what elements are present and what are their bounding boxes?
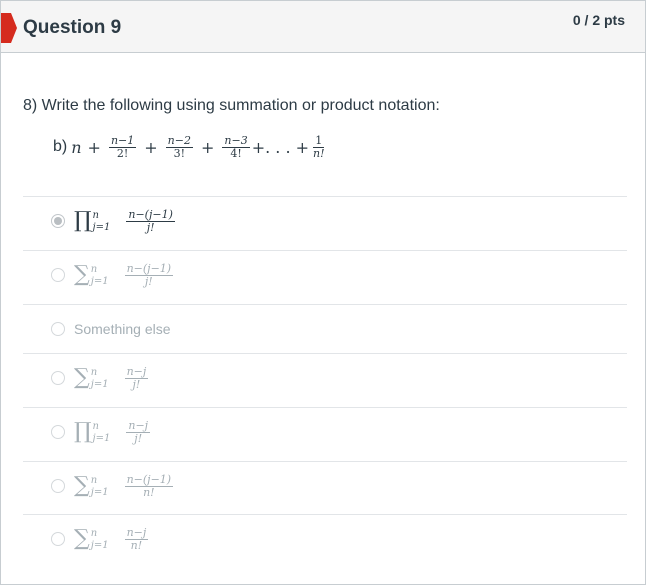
radio-icon[interactable] bbox=[51, 322, 65, 336]
question-points: 0 / 2 pts bbox=[572, 12, 625, 28]
plus-sign: + bbox=[200, 137, 215, 157]
answer-math: ∑ n j=1 n−(j−1) n! bbox=[74, 472, 175, 499]
answer-math: ∑ n j=1 n−(j−1) j! bbox=[74, 261, 175, 288]
divider bbox=[23, 353, 627, 354]
answer-option-4[interactable]: ∑ n j=1 n−j j! bbox=[51, 358, 627, 398]
fraction-term-3: n−3 4! bbox=[222, 133, 250, 160]
question-title: Question 9 bbox=[23, 17, 122, 38]
ellipsis: +. . . + bbox=[251, 137, 310, 157]
answer-option-1[interactable]: ∏ n j=1 n−(j−1) j! bbox=[51, 201, 627, 241]
answer-fraction: n−j j! bbox=[126, 418, 151, 445]
answer-option-5[interactable]: ∏ n j=1 n−j j! bbox=[51, 412, 627, 452]
summation-operator: ∑ n j=1 bbox=[74, 472, 109, 498]
plus-sign: + bbox=[87, 137, 101, 157]
radio-icon[interactable] bbox=[51, 532, 65, 546]
answer-fraction: n−(j−1) j! bbox=[126, 207, 175, 234]
fraction-denominator: 3! bbox=[173, 146, 186, 160]
answer-text-wrap: Something else bbox=[74, 321, 171, 337]
fraction-numerator: n−2 bbox=[165, 133, 193, 148]
fraction-term-1: n−1 2! bbox=[108, 133, 137, 160]
question-expression: b) n + n−1 2! + n−2 3! + n−3 4! +. . . +… bbox=[53, 129, 329, 165]
answer-math: ∑ n j=1 n−j n! bbox=[74, 525, 150, 552]
answer-option-2[interactable]: ∑ n j=1 n−(j−1) j! bbox=[51, 255, 627, 295]
summation-operator: ∑ n j=1 bbox=[74, 525, 109, 551]
plus-sign: + bbox=[144, 137, 158, 157]
answer-math: ∏ n j=1 n−j j! bbox=[74, 418, 152, 445]
answer-fraction: n−j n! bbox=[124, 525, 149, 552]
answer-option-6[interactable]: ∑ n j=1 n−(j−1) n! bbox=[51, 466, 627, 506]
divider bbox=[23, 196, 627, 197]
divider bbox=[23, 514, 627, 515]
fraction-denominator: 2! bbox=[116, 146, 129, 160]
flag-icon bbox=[1, 13, 17, 43]
product-operator: ∏ n j=1 bbox=[74, 207, 111, 233]
answer-math: ∏ n j=1 n−(j−1) j! bbox=[74, 207, 177, 234]
radio-icon[interactable] bbox=[51, 268, 65, 282]
fraction-term-last: 1 n! bbox=[311, 133, 327, 160]
divider bbox=[23, 407, 627, 408]
answer-math: ∑ n j=1 n−j j! bbox=[74, 364, 150, 391]
radio-icon[interactable] bbox=[51, 371, 65, 385]
radio-icon[interactable] bbox=[51, 479, 65, 493]
summation-operator: ∑ n j=1 bbox=[74, 261, 109, 287]
fraction-numerator: n−1 bbox=[108, 133, 137, 148]
answer-fraction: n−j j! bbox=[124, 364, 149, 391]
radio-icon[interactable] bbox=[51, 425, 65, 439]
question-prompt: 8) Write the following using summation o… bbox=[23, 97, 440, 114]
answer-option-7[interactable]: ∑ n j=1 n−j n! bbox=[51, 519, 627, 559]
radio-selected-icon[interactable] bbox=[51, 214, 65, 228]
fraction-denominator: n! bbox=[313, 146, 325, 160]
answer-fraction: n−(j−1) n! bbox=[124, 472, 174, 499]
divider bbox=[23, 250, 627, 251]
answer-text: Something else bbox=[74, 321, 171, 337]
summation-operator: ∑ n j=1 bbox=[74, 364, 109, 390]
expression-label: b) bbox=[53, 138, 68, 155]
divider bbox=[23, 461, 627, 462]
fraction-numerator: n−3 bbox=[222, 133, 250, 148]
expression-var: n bbox=[71, 137, 82, 157]
answer-option-3[interactable]: Something else bbox=[51, 309, 627, 349]
product-operator: ∏ n j=1 bbox=[74, 418, 111, 444]
fraction-term-2: n−2 3! bbox=[165, 133, 193, 160]
fraction-numerator: 1 bbox=[313, 133, 325, 148]
question-card: Question 9 0 / 2 pts 8) Write the follow… bbox=[0, 0, 646, 585]
fraction-denominator: 4! bbox=[230, 146, 242, 160]
question-header: Question 9 0 / 2 pts bbox=[1, 1, 645, 53]
divider bbox=[23, 304, 627, 305]
answer-fraction: n−(j−1) j! bbox=[124, 261, 174, 288]
